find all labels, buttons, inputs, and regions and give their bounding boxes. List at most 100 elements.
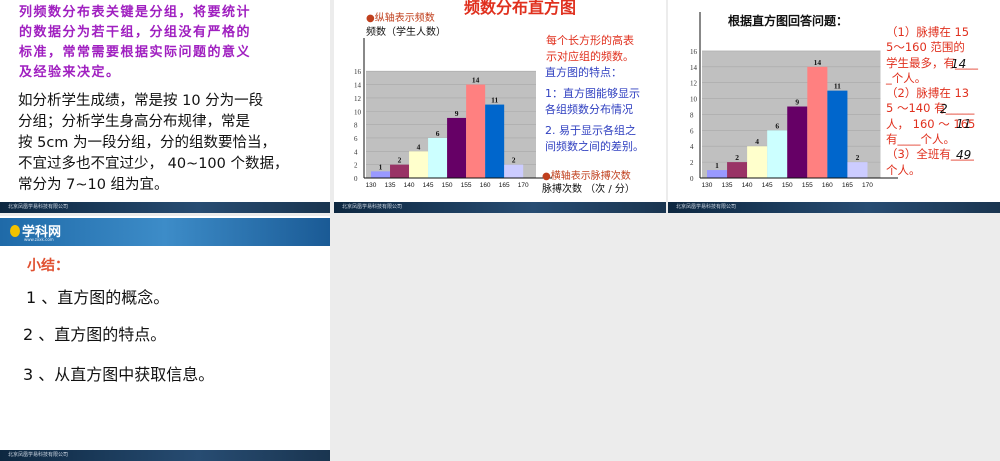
y-tick-label: 6 xyxy=(690,127,694,135)
text-line: 有____个人。 xyxy=(886,132,955,147)
slide-thumbnail-1[interactable]: 列频数分布表关键是分组，将要统计 的数据分为若干组，分组没有严格的 标准，常常需… xyxy=(0,0,330,213)
y-tick-label: 14 xyxy=(690,64,698,72)
text-line: （1）脉搏在 15 xyxy=(886,25,970,39)
grouping-note: 列频数分布表关键是分组，将要统计 的数据分为若干组，分组没有严格的 标准，常常需… xyxy=(19,3,251,83)
answer-1: 14 xyxy=(951,57,967,71)
y-tick-label: 4 xyxy=(354,148,358,156)
text-line: 分组；分析学生身高分布规律，常是 xyxy=(18,114,250,130)
y-tick-label: 8 xyxy=(690,111,694,119)
text-line: 2. 易于显示各组之 xyxy=(545,124,636,137)
bar-value-label: 9 xyxy=(795,98,799,107)
x-tick-label: 170 xyxy=(518,182,529,189)
y-tick-label: 16 xyxy=(354,68,362,76)
y-tick-label: 6 xyxy=(354,135,358,143)
x-tick-label: 165 xyxy=(842,182,853,189)
text-line: _个人。 xyxy=(886,70,927,85)
histogram-bar xyxy=(747,146,768,178)
x-tick-label: 135 xyxy=(385,182,396,189)
text-line: 每个长方形的高表 xyxy=(546,34,634,47)
slide-thumbnail-4[interactable]: 学科网 www.zxxk.com 小结： 1 、直方图的概念。 2 、直方图的特… xyxy=(0,216,330,461)
text-line: 间频数之间的差别。 xyxy=(545,140,644,153)
bar-value-label: 1 xyxy=(715,161,719,170)
y-tick-label: 16 xyxy=(690,48,698,56)
histogram-bar xyxy=(390,164,410,178)
text-line: 不宜过多也不宜过少， 40~100 个数据， xyxy=(18,156,289,172)
text-line: 标准，常常需要根据实际问题的意义 xyxy=(19,45,252,60)
text-line: 个人。 xyxy=(886,162,921,177)
x-tick-label: 160 xyxy=(822,182,833,189)
x-tick-label: 130 xyxy=(702,182,713,189)
text-line: 常分为 7~10 组为宜。 xyxy=(18,177,169,193)
y-axis-note: ●纵轴表示频数 xyxy=(366,13,435,24)
text-line: 5～160 范围的 xyxy=(886,40,965,55)
y-tick-label: 0 xyxy=(690,175,694,183)
slide-footer: 北京凤凰学易科技有限公司 xyxy=(0,202,330,213)
x-tick-label: 130 xyxy=(366,182,377,189)
text-line: 列频数分布表关键是分组，将要统计 xyxy=(19,5,252,20)
bar-value-label: 1 xyxy=(379,162,383,171)
x-tick-label: 160 xyxy=(480,182,491,189)
x-tick-label: 155 xyxy=(461,182,472,189)
y-tick-label: 14 xyxy=(354,82,362,90)
slide-footer: 北京凤凰学易科技有限公司 xyxy=(334,202,666,213)
x-axis-label: 脉搏次数 （次 / 分） xyxy=(542,184,635,195)
slide-footer: 北京凤凰学易科技有限公司 xyxy=(0,450,330,461)
histogram-bar xyxy=(787,106,808,178)
bar-value-label: 14 xyxy=(472,76,480,85)
logo-icon xyxy=(10,225,20,237)
histogram-bar xyxy=(447,117,467,178)
histogram-bar xyxy=(847,162,868,178)
x-tick-label: 145 xyxy=(762,182,773,189)
summary-item-1: 1 、直方图的概念。 xyxy=(26,288,170,307)
bar-height-note: 每个长方形的高表 示对应组的频数。 xyxy=(546,33,634,65)
answer-4: 49 xyxy=(956,148,972,162)
text-line: （2）脉搏在 13 xyxy=(886,86,970,101)
text-line: 1：直方图能够显示 xyxy=(545,87,640,100)
histogram-bar xyxy=(371,171,391,178)
histogram-bar xyxy=(485,104,505,178)
histogram-chart: 02468101214161246914112130 135 140 145 150 15… xyxy=(690,12,898,189)
logo-url: www.zxxk.com xyxy=(24,237,54,242)
x-tick-label: 145 xyxy=(423,182,434,189)
histogram-bar xyxy=(827,90,848,178)
bar-value-label: 9 xyxy=(455,109,459,118)
y-tick-label: 2 xyxy=(354,162,358,170)
slide-thumbnail-2[interactable]: 频数分布直方图 ●纵轴表示频数 频数（学生人数） 0 2 4 6 8 10 12 14 16 1 2… xyxy=(334,0,666,213)
slide-footer: 北京凤凰学易科技有限公司 xyxy=(668,202,1000,213)
bar-value-label: 11 xyxy=(491,96,498,105)
x-tick-label: 135 xyxy=(722,182,733,189)
bar-value-label: 6 xyxy=(775,121,779,130)
x-tick-label: 155 xyxy=(802,182,813,189)
text-line: 及经验来决定。 xyxy=(19,65,121,80)
slide-header-band: 学科网 www.zxxk.com xyxy=(0,218,330,246)
y-tick-label: 4 xyxy=(690,143,694,151)
summary-heading: 小结： xyxy=(27,258,69,274)
y-tick-label: 2 xyxy=(690,159,694,167)
slide-thumbnail-3[interactable]: 根据直方图回答问题： 0 2 4 6 8 10 12 14 16 1 2 4 6 9 14 11 2 130 135… xyxy=(668,0,1000,213)
y-tick-label: 12 xyxy=(690,80,698,88)
x-tick-label: 165 xyxy=(499,182,510,189)
histogram-bar xyxy=(409,151,429,178)
histogram-bar xyxy=(504,164,524,178)
grouping-example: 如分析学生成绩，常是按 10 分为一段 分组；分析学生身高分布规律，常是 按 5… xyxy=(18,91,289,196)
bar-value-label: 4 xyxy=(417,142,421,151)
histogram-bar xyxy=(767,130,788,178)
x-tick-label: 170 xyxy=(862,182,873,189)
bar-value-label: 2 xyxy=(856,153,860,162)
y-tick-label: 0 xyxy=(354,175,358,183)
bar-value-label: 4 xyxy=(755,137,759,146)
text-line: 如分析学生成绩，常是按 10 分为一段 xyxy=(18,93,264,109)
text-line: 各组频数分布情况 xyxy=(545,103,633,116)
y-tick-label: 10 xyxy=(354,108,362,116)
summary-item-2: 2 、直方图的特点。 xyxy=(23,325,167,344)
histogram-bar xyxy=(727,162,748,178)
bar-value-label: 2 xyxy=(398,156,402,165)
bar-value-label: 2 xyxy=(512,156,516,165)
y-tick-label: 8 xyxy=(354,122,358,130)
text-line: 按 5cm 为一段分组，分的组数要恰当， xyxy=(18,135,277,151)
histogram-bar xyxy=(428,137,448,178)
histogram-bar xyxy=(466,84,486,178)
summary-item-3: 3 、从直方图中获取信息。 xyxy=(23,365,215,384)
bar-value-label: 11 xyxy=(834,82,841,91)
histogram-bar xyxy=(707,170,728,178)
